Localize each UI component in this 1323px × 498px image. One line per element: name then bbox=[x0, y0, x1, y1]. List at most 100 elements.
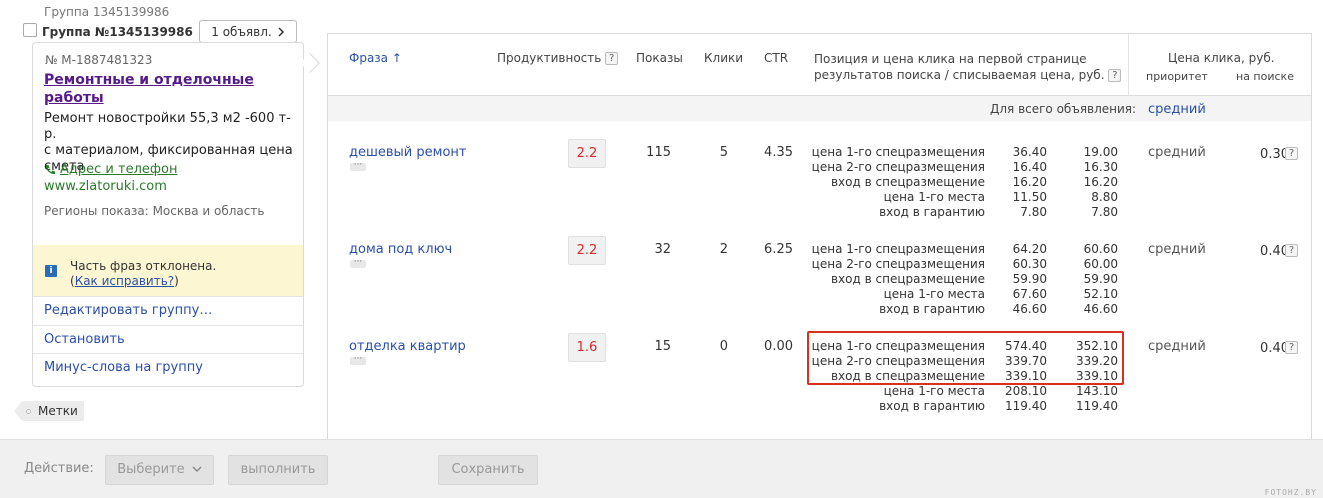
table-row: дешевый ремонт ··· 2.2 115 5 4.35 цена 1… bbox=[328, 139, 1311, 242]
price-value: 7.80 bbox=[1020, 205, 1047, 219]
price-value: 16.40 bbox=[1012, 160, 1047, 174]
price-value: 60.30 bbox=[1012, 257, 1047, 271]
position-label: цена 1-го места bbox=[883, 190, 985, 204]
all-ads-priority-select[interactable]: средний bbox=[1148, 102, 1206, 117]
price-value: 16.20 bbox=[1012, 175, 1047, 189]
paren-close: ) bbox=[174, 274, 179, 288]
help-icon[interactable]: ? bbox=[1285, 244, 1298, 257]
charged-value: 46.60 bbox=[1083, 302, 1118, 316]
help-icon[interactable]: ? bbox=[1108, 69, 1122, 82]
col-bid-header: Цена клика, руб. bbox=[1168, 51, 1275, 65]
price-value: 36.40 bbox=[1012, 145, 1047, 159]
position-labels: цена 1-го спецразмещения цена 2-го спецр… bbox=[798, 145, 985, 220]
shows-value: 32 bbox=[654, 242, 671, 257]
charged-value: 52.10 bbox=[1083, 287, 1118, 301]
sort-arrow-icon: ↑ bbox=[391, 51, 402, 65]
group-title[interactable]: Группа №1345139986 bbox=[42, 25, 193, 39]
ad-title-line[interactable]: работы bbox=[44, 89, 284, 107]
edit-group-link[interactable]: Редактировать группу… bbox=[33, 296, 303, 324]
col-ctr-header: CTR bbox=[764, 51, 789, 65]
position-label: вход в гарантию bbox=[879, 399, 985, 413]
priority-value[interactable]: средний bbox=[1148, 145, 1206, 160]
ad-title-line[interactable]: Ремонтные и отделочные bbox=[44, 71, 284, 89]
save-button[interactable]: Сохранить bbox=[438, 455, 538, 485]
clicks-value: 2 bbox=[719, 242, 728, 257]
position-label: вход в спецразмещение bbox=[830, 272, 985, 286]
help-icon[interactable]: ? bbox=[1285, 341, 1298, 354]
ad-url: www.zlatoruki.com bbox=[44, 179, 167, 194]
phrase-link[interactable]: дома под ключ bbox=[349, 242, 452, 257]
warning-text: Часть фраз отклонена. bbox=[70, 259, 217, 273]
position-label: вход в гарантию bbox=[879, 302, 985, 316]
all-ads-label: Для всего объявления: bbox=[990, 102, 1137, 116]
charged-value: 119.40 bbox=[1076, 399, 1118, 413]
tags-label: Метки bbox=[38, 404, 78, 418]
table-row: дома под ключ ··· 2.2 32 2 6.25 цена 1-г… bbox=[328, 236, 1311, 339]
stop-link[interactable]: Остановить bbox=[33, 325, 303, 353]
group-id-label: Группа 1345139986 bbox=[44, 5, 170, 19]
col-phrase-label[interactable]: Фраза bbox=[349, 51, 388, 65]
rejected-phrases-warning: i Часть фраз отклонена. (Как исправить?) bbox=[33, 245, 303, 296]
how-to-fix-link[interactable]: Как исправить? bbox=[75, 274, 174, 288]
ad-text-line: с материалом, фиксированная цена bbox=[44, 143, 293, 158]
more-icon[interactable]: ··· bbox=[350, 258, 366, 268]
tags-button[interactable]: Метки bbox=[14, 401, 84, 421]
ads-count-button[interactable]: 1 объявл. bbox=[199, 20, 297, 43]
position-label: цена 1-го места bbox=[883, 287, 985, 301]
price-value: 67.60 bbox=[1012, 287, 1047, 301]
charged-value: 19.00 bbox=[1083, 145, 1118, 159]
more-icon[interactable]: ··· bbox=[350, 355, 366, 365]
ad-contacts-link[interactable]: Адрес и телефон bbox=[44, 162, 177, 177]
price-value: 59.90 bbox=[1012, 272, 1047, 286]
phone-icon bbox=[45, 164, 55, 174]
bid-value[interactable]: 0.40 bbox=[1233, 341, 1289, 356]
col-clicks-header: Клики bbox=[704, 51, 744, 65]
position-prices: 36.40 16.40 16.20 11.50 7.80 bbox=[993, 145, 1047, 220]
action-footer: Действие: Выберите выполнить Сохранить F… bbox=[0, 439, 1323, 498]
ctr-value: 0.00 bbox=[764, 339, 793, 354]
phrase-link[interactable]: дешевый ремонт bbox=[349, 145, 466, 160]
minus-words-link[interactable]: Минус-слова на группу bbox=[33, 353, 303, 381]
action-select[interactable]: Выберите bbox=[105, 455, 214, 485]
col-phrase-header[interactable]: Фраза ↑ bbox=[349, 51, 402, 65]
ad-title[interactable]: Ремонтные и отделочные работы bbox=[44, 71, 284, 107]
col-bid-search: на поиске bbox=[1236, 70, 1294, 83]
shows-value: 15 bbox=[654, 339, 671, 354]
ads-count-label: 1 объявл. bbox=[211, 24, 272, 39]
col-shows-header: Показы bbox=[636, 51, 683, 65]
action-label: Действие: bbox=[24, 461, 94, 476]
price-value: 46.60 bbox=[1012, 302, 1047, 316]
charged-value: 16.20 bbox=[1083, 175, 1118, 189]
bid-value[interactable]: 0.40 bbox=[1233, 244, 1289, 259]
col-position-header: Позиция и цена клика на первой странице … bbox=[814, 51, 1122, 83]
position-label: цена 2-го спецразмещения bbox=[811, 160, 985, 174]
header-separator bbox=[1128, 34, 1129, 95]
ad-contacts-label[interactable]: Адрес и телефон bbox=[60, 162, 177, 177]
bid-value[interactable]: 0.30 bbox=[1233, 147, 1289, 162]
tag-hole-icon bbox=[26, 409, 31, 414]
chevron-right-icon bbox=[278, 26, 284, 37]
price-value: 119.40 bbox=[1005, 399, 1047, 413]
priority-value[interactable]: средний bbox=[1148, 339, 1206, 354]
phrase-link[interactable]: отделка квартир bbox=[349, 339, 466, 354]
col-bid-priority: приоритет bbox=[1146, 70, 1208, 83]
charged-prices: 60.60 60.00 59.90 52.10 46.60 bbox=[1058, 242, 1118, 317]
charged-value: 143.10 bbox=[1076, 384, 1118, 398]
position-label: цена 2-го спецразмещения bbox=[811, 257, 985, 271]
priority-value[interactable]: средний bbox=[1148, 242, 1206, 257]
help-icon[interactable]: ? bbox=[1285, 147, 1298, 160]
price-value: 11.50 bbox=[1012, 190, 1047, 204]
ctr-value: 6.25 bbox=[764, 242, 793, 257]
more-icon[interactable]: ··· bbox=[350, 161, 366, 171]
position-label: цена 1-го места bbox=[883, 384, 985, 398]
chevron-down-icon bbox=[192, 466, 202, 473]
group-checkbox[interactable] bbox=[23, 23, 37, 37]
position-label: цена 1-го спецразмещения bbox=[811, 145, 985, 159]
warning-link-line: (Как исправить?) bbox=[70, 274, 179, 288]
ad-text-line: Ремонт новостройки 55,3 м2 -600 т-р. bbox=[44, 111, 291, 142]
position-prices: 64.20 60.30 59.90 67.60 46.60 bbox=[993, 242, 1047, 317]
run-button[interactable]: выполнить bbox=[228, 455, 328, 485]
col-position-line1: Позиция и цена клика на первой странице bbox=[814, 52, 1087, 66]
help-icon[interactable]: ? bbox=[605, 52, 619, 65]
watermark: FOTOHZ.BY bbox=[1264, 488, 1317, 497]
